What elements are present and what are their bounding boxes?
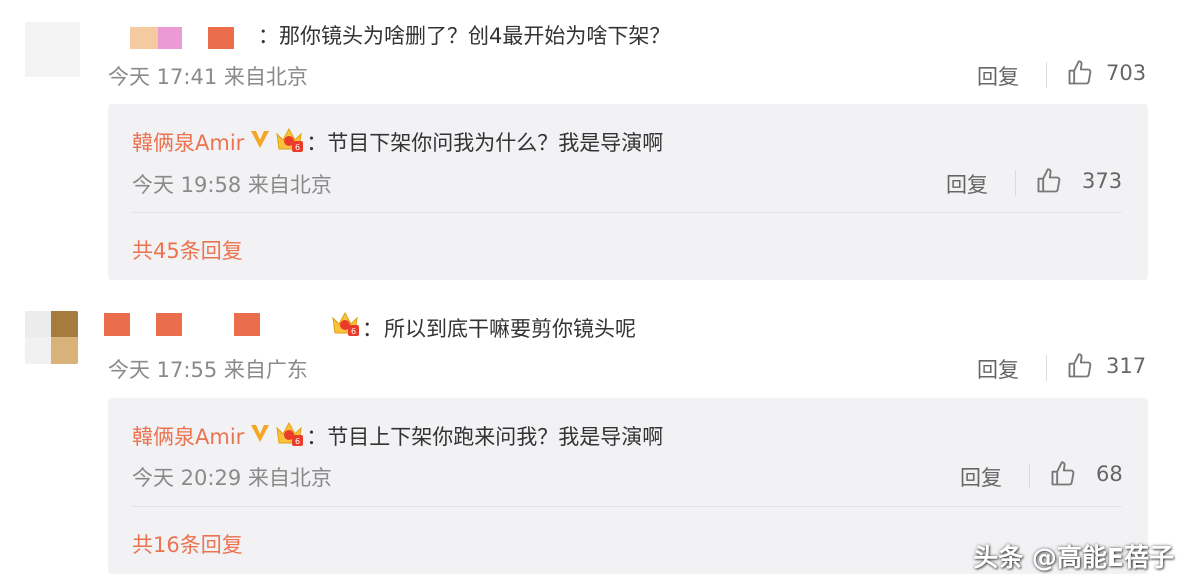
reply-button[interactable]: 回复: [960, 462, 1002, 492]
comment-text: ：那你镜头为啥删了？创4最开始为啥下架？: [258, 24, 671, 48]
comment-timestamp: 今天 17:41 来自北京: [108, 65, 308, 89]
divider: [1046, 62, 1047, 88]
divider: [132, 212, 1122, 213]
username-mosaic[interactable]: [104, 313, 130, 336]
divider: [132, 506, 1122, 507]
like-count: 317: [1106, 354, 1147, 378]
reply-timestamp: 今天 20:29 来自北京: [132, 466, 332, 490]
like-count: 373: [1082, 169, 1123, 193]
divider: [1046, 355, 1047, 381]
avatar[interactable]: [25, 22, 80, 77]
svg-text:6: 6: [295, 437, 300, 446]
like-count: 68: [1096, 462, 1123, 486]
username-mosaic[interactable]: [158, 27, 182, 49]
reply-button[interactable]: 回复: [977, 354, 1019, 384]
vip-crown-icon: 6: [274, 125, 304, 158]
username-mosaic[interactable]: [130, 27, 158, 49]
comment-timestamp: 今天 17:55 来自广东: [108, 358, 308, 382]
reply-button[interactable]: 回复: [977, 61, 1019, 91]
reply-button[interactable]: 回复: [946, 169, 988, 199]
divider: [1015, 170, 1016, 196]
avatar[interactable]: [25, 311, 78, 364]
thumbs-up-icon[interactable]: [1049, 460, 1077, 492]
watermark: 头条 @高能E蓓子: [973, 543, 1174, 572]
svg-text:6: 6: [295, 143, 300, 152]
comment-text-colon: ：: [362, 317, 383, 341]
username-mosaic[interactable]: [234, 313, 260, 336]
divider: [1029, 463, 1030, 489]
like-count: 703: [1106, 61, 1147, 85]
username-mosaic[interactable]: [156, 313, 182, 336]
thumbs-up-icon[interactable]: [1066, 59, 1094, 91]
comment-text: 所以到底干嘛要剪你镜头呢: [384, 317, 636, 341]
svg-text:6: 6: [351, 327, 356, 336]
verified-v-icon: [249, 128, 271, 155]
more-replies-link[interactable]: 共16条回复: [132, 529, 243, 559]
more-replies-link[interactable]: 共45条回复: [132, 235, 243, 265]
reply-text: ：节目下架你问我为什么？我是导演啊: [306, 130, 664, 155]
thumbs-up-icon[interactable]: [1035, 167, 1063, 199]
vip-crown-icon: 6: [330, 309, 360, 341]
reply-timestamp: 今天 19:58 来自北京: [132, 173, 332, 197]
reply-line: 韓俩泉Amir 6 ：节目下架你问我为什么？我是导演啊: [132, 125, 663, 158]
vip-crown-icon: 6: [274, 419, 304, 452]
reply-author[interactable]: 韓俩泉Amir: [132, 421, 244, 451]
reply-line: 韓俩泉Amir 6 ：节目上下架你跑来问我？我是导演啊: [132, 419, 663, 452]
reply-author[interactable]: 韓俩泉Amir: [132, 127, 244, 157]
thumbs-up-icon[interactable]: [1066, 352, 1094, 384]
verified-v-icon: [249, 422, 271, 449]
reply-text: ：节目上下架你跑来问我？我是导演啊: [306, 424, 664, 449]
username-mosaic[interactable]: [208, 27, 234, 49]
